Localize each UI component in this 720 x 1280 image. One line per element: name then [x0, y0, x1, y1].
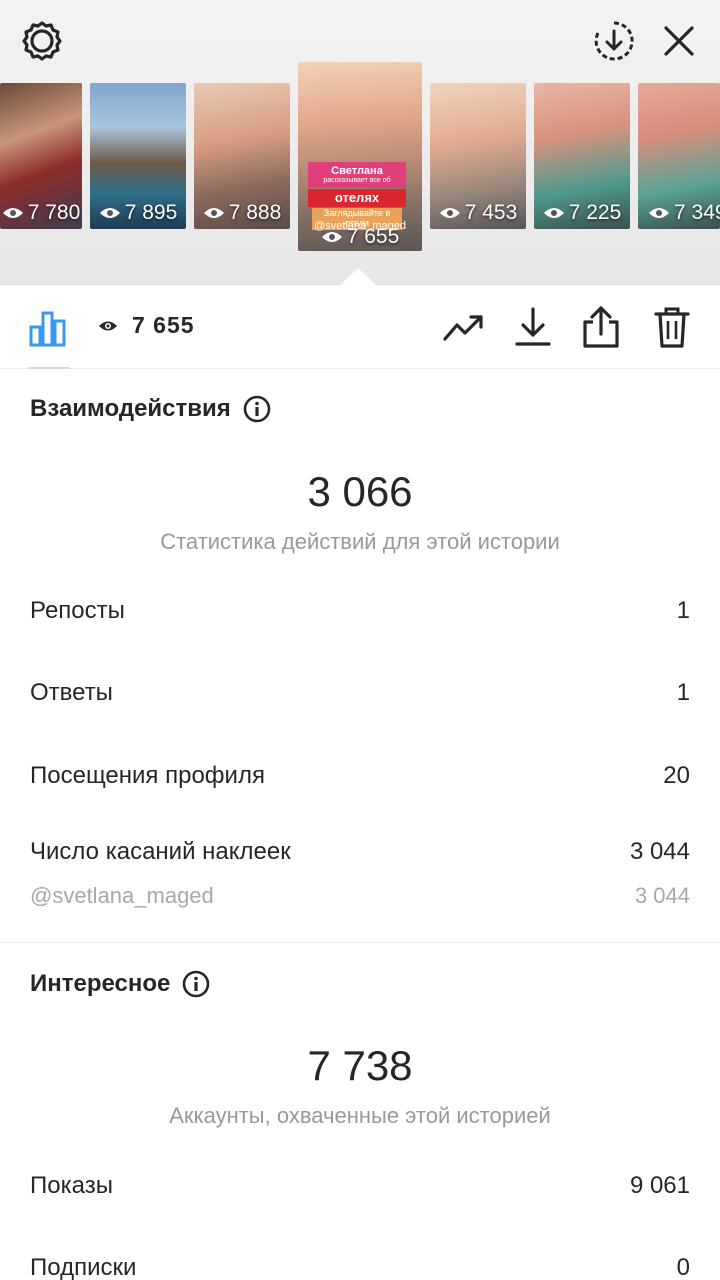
story-views: 7 888	[228, 201, 282, 224]
stat-value: 3 044	[629, 838, 690, 865]
story-views: 7 655	[346, 225, 400, 248]
info-icon[interactable]	[243, 395, 271, 423]
interactions-title-text: Взаимодействия	[30, 395, 231, 422]
stat-row-follows: Подписки 0	[30, 1254, 690, 1280]
eye-icon	[321, 232, 342, 242]
interactions-title: Взаимодействия	[30, 395, 271, 423]
stat-row-sticker-taps: Число касаний наклеек 3 044	[30, 838, 690, 866]
story-thumbnail[interactable]: 7 349	[638, 83, 720, 229]
discovery-title: Интересное	[30, 970, 210, 998]
story-thumbnail[interactable]: 7 453	[430, 83, 526, 229]
stat-row-replies: Ответы 1	[30, 679, 690, 707]
eye-icon	[99, 321, 117, 330]
interactions-total: 3 066	[307, 468, 413, 515]
stat-value: 20	[663, 762, 690, 789]
story-thumbnail[interactable]: 7 888	[194, 83, 290, 229]
stat-label[interactable]: @svetlana_maged	[30, 883, 214, 909]
story-views: 7 895	[124, 201, 178, 224]
eye-icon	[439, 208, 460, 218]
stat-label: Ответы	[30, 679, 113, 706]
story-views: 7 453	[464, 201, 518, 224]
stories-strip: 7 780 7 895 7 888 Светлана рассказывает …	[0, 55, 720, 255]
stat-value: 9 061	[629, 1172, 690, 1199]
eye-icon	[649, 208, 669, 218]
sticker-name: Светлана	[331, 165, 383, 177]
story-thumbnail[interactable]: 7 895	[90, 83, 186, 229]
share-icon[interactable]	[577, 303, 625, 351]
bar-chart-icon[interactable]	[24, 303, 72, 351]
views-count: 7 655	[98, 312, 195, 339]
story-viewer-header: 7 780 7 895 7 888 Светлана рассказывает …	[0, 0, 720, 285]
stat-value: 0	[676, 1254, 690, 1280]
eye-icon	[2, 208, 23, 218]
stat-label: Репосты	[30, 597, 125, 624]
discovery-subtitle: Аккаунты, охваченные этой историей	[169, 1103, 551, 1128]
views-count-value: 7 655	[132, 312, 195, 338]
story-views: 7 780	[27, 201, 81, 224]
story-views: 7 349	[674, 201, 720, 224]
info-icon[interactable]	[182, 970, 210, 998]
story-thumbnail[interactable]: 7 780	[0, 83, 82, 229]
story-thumbnail[interactable]: 7 225	[534, 83, 630, 229]
story-thumbnail-selected[interactable]: Светлана рассказывает все об отелях Загл…	[298, 62, 422, 251]
sticker-main-text: отелях	[334, 190, 380, 205]
stat-row-sticker-mention: @svetlana_maged 3 044	[30, 883, 690, 909]
stat-row-profile-visits: Посещения профиля 20	[30, 762, 690, 790]
active-tab-indicator	[28, 367, 70, 369]
stat-value: 1	[676, 679, 690, 706]
eye-icon	[543, 208, 564, 218]
story-sticker: Светлана рассказывает все об	[308, 162, 406, 188]
selected-caret	[340, 268, 376, 285]
interactions-subtitle: Статистика действий для этой истории	[160, 529, 560, 554]
stat-row-reposts: Репосты 1	[30, 597, 690, 625]
stat-value: 3 044	[634, 883, 690, 908]
eye-icon	[203, 208, 224, 218]
discovery-total: 7 738	[307, 1042, 413, 1089]
trash-icon[interactable]	[648, 303, 696, 351]
story-sticker-main: отелях	[308, 189, 406, 208]
trending-icon[interactable]	[440, 303, 488, 351]
stat-label: Число касаний наклеек	[30, 838, 291, 865]
stat-label: Показы	[30, 1172, 113, 1199]
stat-label: Подписки	[30, 1254, 137, 1280]
stat-row-impressions: Показы 9 061	[30, 1172, 690, 1200]
download-icon[interactable]	[509, 303, 557, 351]
sticker-text: рассказывает все об	[323, 177, 391, 185]
insights-toolbar: 7 655	[0, 285, 720, 369]
discovery-title-text: Интересное	[30, 970, 171, 997]
stat-value: 1	[676, 597, 690, 624]
eye-icon	[99, 208, 120, 218]
section-divider	[0, 942, 720, 943]
stat-label: Посещения профиля	[30, 762, 265, 789]
story-views: 7 225	[568, 201, 622, 224]
